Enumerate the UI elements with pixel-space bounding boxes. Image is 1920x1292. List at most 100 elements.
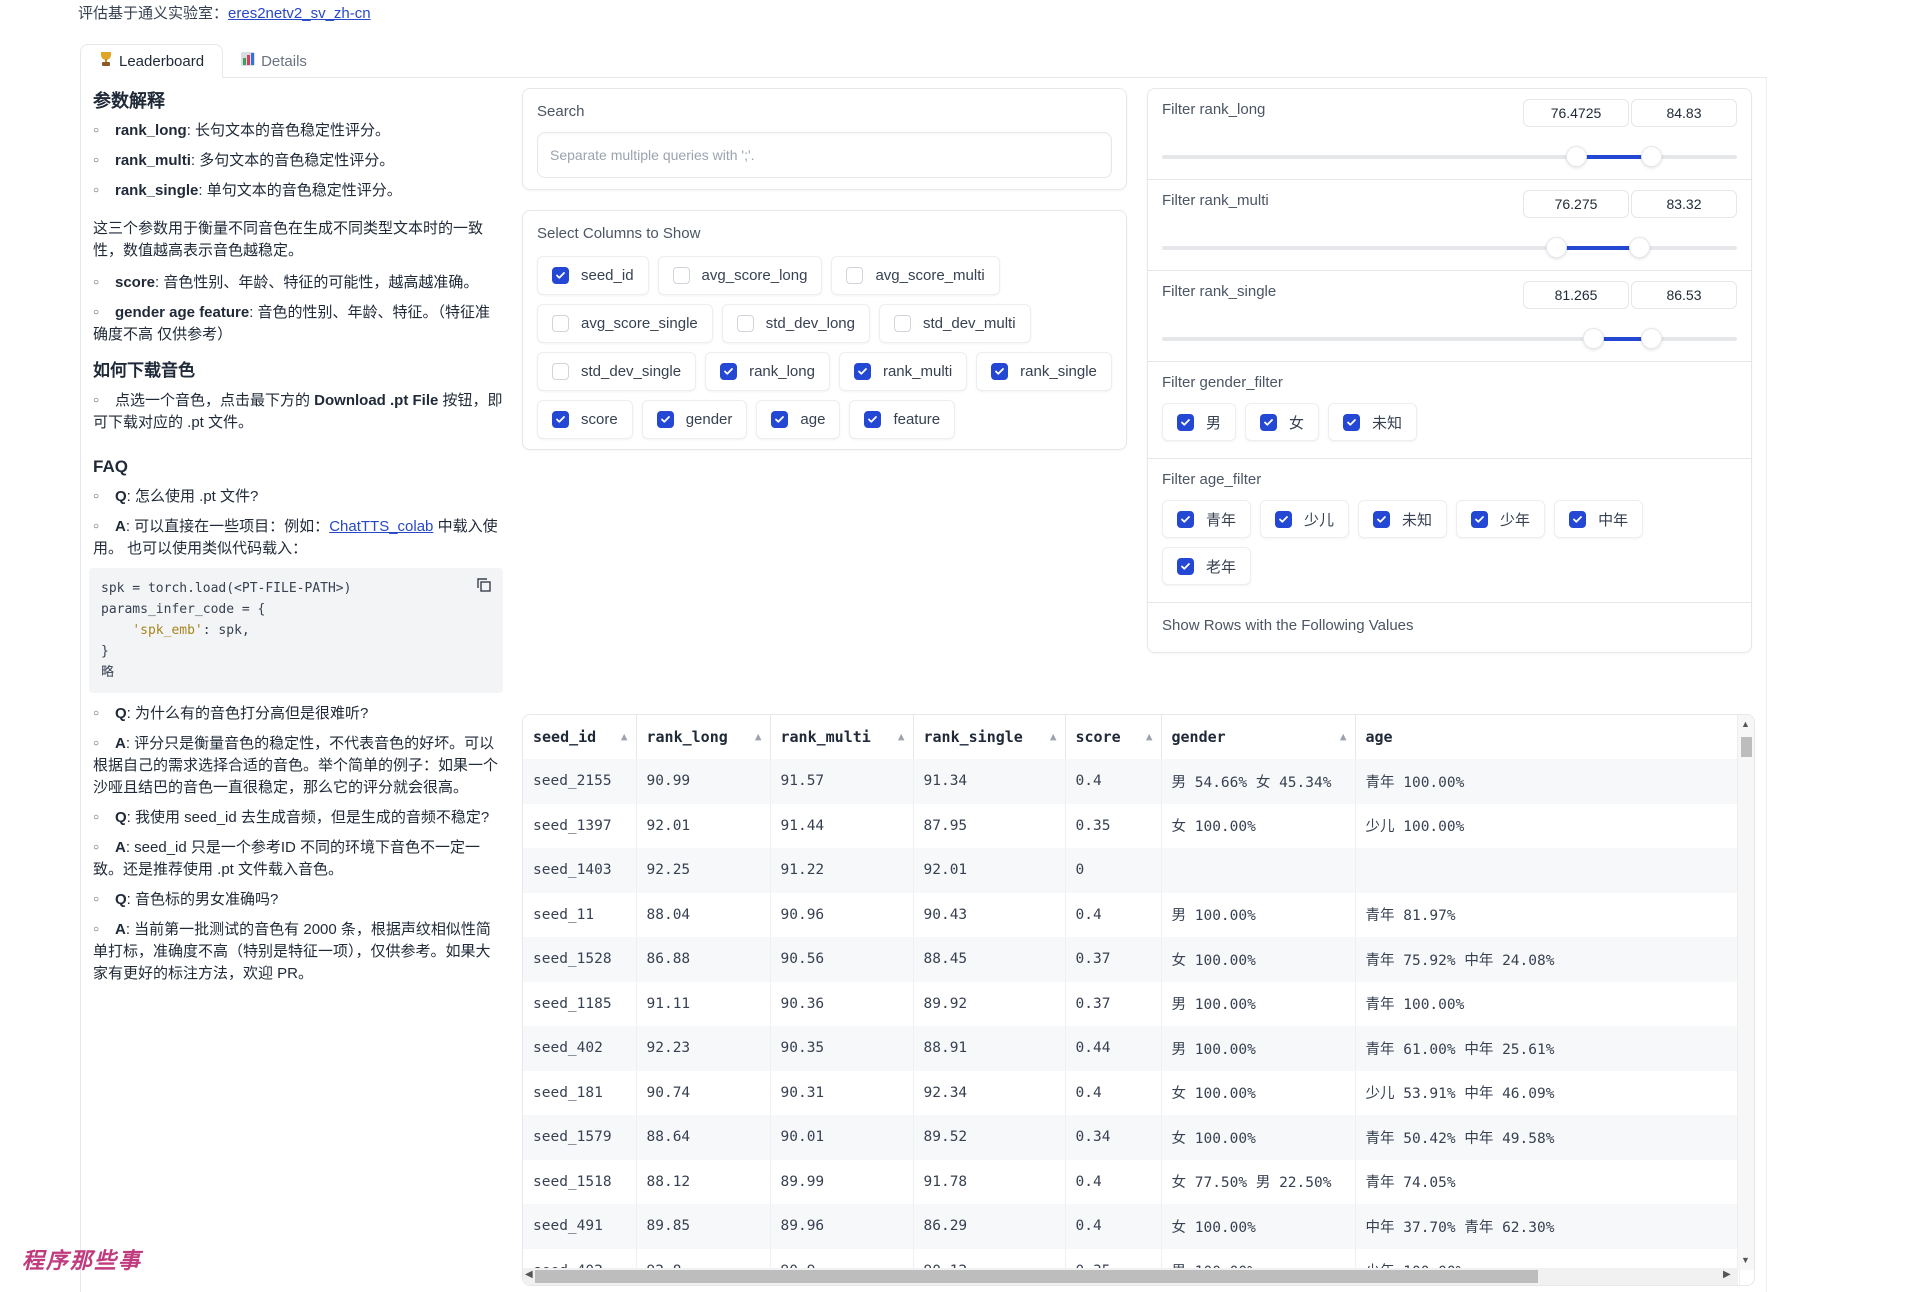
cell-score[interactable]: 0 [1065,848,1162,893]
horizontal-scroll-thumb[interactable] [535,1270,1538,1283]
table-row[interactable]: seed_1528 86.88 90.56 88.45 0.37 女 100.00% 青年 … [523,937,1740,982]
cell-rank-long[interactable]: 86.88 [636,937,771,982]
column-header-rank-multi[interactable]: rank_multi ▲ [770,715,914,759]
chattts-colab-link[interactable]: ChatTTS_colab [329,518,433,535]
cell-gender[interactable]: 男 54.66% 女 45.34% [1161,759,1356,804]
range-max-input[interactable]: 83.32 [1631,190,1737,218]
gender-checkbox-item[interactable]: 未知 [1328,403,1418,441]
checkbox-checked[interactable] [1177,557,1194,575]
scroll-right-icon[interactable]: ▶ [1723,1269,1731,1280]
range-slider-track[interactable] [1162,237,1737,258]
cell-rank-single[interactable]: 89.52 [913,1115,1066,1160]
cell-age[interactable]: 青年 100.00% [1355,981,1740,1026]
cell-rank-multi[interactable]: 91.44 [770,803,914,848]
checkbox-checked[interactable] [1373,510,1391,528]
checkbox-checked[interactable] [720,363,738,380]
checkbox-checked[interactable] [552,411,569,428]
column-checkbox-item[interactable]: rank_multi [838,352,968,391]
age-checkbox-item[interactable]: 少儿 [1260,500,1350,538]
cell-rank-multi[interactable]: 89.96 [770,1204,914,1249]
cell-rank-single[interactable]: 92.01 [913,848,1066,893]
cell-age[interactable]: 中年 37.70% 青年 62.30% [1355,1204,1740,1249]
age-checkbox-item[interactable]: 老年 [1162,547,1252,585]
cell-seed-id[interactable]: seed_1528 [523,937,637,982]
tab-details[interactable]: Details [223,44,325,78]
range-slider-max-handle[interactable] [1640,146,1662,167]
range-slider-min-handle[interactable] [1546,237,1568,258]
table-row[interactable]: seed_1518 88.12 89.99 91.78 0.4 女 77.50% 男 22… [523,1159,1740,1204]
range-max-input[interactable]: 86.53 [1631,281,1737,309]
cell-age[interactable] [1355,848,1740,893]
column-checkbox-item[interactable]: feature [849,400,956,439]
horizontal-scrollbar[interactable]: ◀ ▶ [523,1268,1738,1285]
table-row[interactable]: seed_2155 90.99 91.57 91.34 0.4 男 54.66% 女 45… [523,759,1740,804]
range-min-input[interactable]: 76.275 [1523,190,1629,218]
checkbox-checked[interactable] [1260,413,1278,431]
range-slider-min-handle[interactable] [1583,328,1605,349]
column-checkbox-item[interactable]: rank_single [976,352,1112,391]
sort-arrow-icon[interactable]: ▲ [1146,730,1153,743]
cell-score[interactable]: 0.37 [1065,937,1162,982]
checkbox-unchecked[interactable] [552,315,569,332]
checkbox-checked[interactable] [853,363,871,380]
cell-gender[interactable]: 女 100.00% [1161,937,1356,982]
cell-rank-single[interactable]: 86.29 [913,1204,1066,1249]
cell-seed-id[interactable]: seed_1397 [523,803,637,848]
column-checkbox-item[interactable]: avg_score_single [537,304,713,343]
column-checkbox-item[interactable]: avg_score_long [657,256,823,295]
cell-age[interactable]: 少儿 53.91% 中年 46.09% [1355,1070,1740,1115]
range-slider-track[interactable] [1162,328,1737,349]
cell-rank-multi[interactable]: 91.22 [770,848,914,893]
cell-rank-multi[interactable]: 90.56 [770,937,914,982]
range-slider-min-handle[interactable] [1566,146,1587,167]
column-checkbox-item[interactable]: age [756,400,841,439]
cell-gender[interactable]: 女 77.50% 男 22.50% [1161,1159,1356,1204]
cell-age[interactable]: 青年 81.97% [1355,892,1740,937]
cell-gender[interactable] [1161,848,1356,893]
sort-arrow-icon[interactable]: ▲ [898,730,905,743]
column-checkbox-item[interactable]: avg_score_multi [831,256,1000,295]
cell-rank-long[interactable]: 88.64 [636,1115,771,1160]
cell-seed-id[interactable]: seed_2155 [523,759,637,804]
cell-age[interactable]: 青年 61.00% 中年 25.61% [1355,1026,1740,1071]
cell-gender[interactable]: 男 100.00% [1161,892,1356,937]
cell-rank-long[interactable]: 88.12 [636,1159,771,1204]
range-min-input[interactable]: 81.265 [1523,281,1629,309]
table-row[interactable]: seed_1579 88.64 90.01 89.52 0.34 女 100.00% 青年 … [523,1115,1740,1160]
checkbox-checked[interactable] [1177,413,1194,431]
cell-rank-long[interactable]: 92.23 [636,1026,771,1071]
column-header-seed-id[interactable]: seed_id ▲ [523,715,637,759]
cell-rank-single[interactable]: 88.91 [913,1026,1066,1071]
model-link[interactable]: eres2netv2_sv_zh-cn [228,5,371,22]
cell-rank-long[interactable]: 88.04 [636,892,771,937]
checkbox-unchecked[interactable] [736,315,754,332]
sort-arrow-icon[interactable]: ▲ [1050,730,1057,743]
cell-gender[interactable]: 男 100.00% [1161,1026,1356,1071]
range-slider-max-handle[interactable] [1629,237,1651,258]
table-row[interactable]: seed_181 90.74 90.31 92.34 0.4 女 100.00% 少儿 53… [523,1070,1740,1115]
cell-rank-long[interactable]: 90.99 [636,759,771,804]
cell-rank-single[interactable]: 91.78 [913,1159,1066,1204]
cell-seed-id[interactable]: seed_11 [523,892,637,937]
table-row[interactable]: seed_1403 92.25 91.22 92.01 0 [523,848,1740,893]
checkbox-checked[interactable] [1471,510,1489,528]
cell-rank-multi[interactable]: 90.01 [770,1115,914,1160]
checkbox-checked[interactable] [552,267,569,284]
cell-rank-long[interactable]: 89.85 [636,1204,771,1249]
cell-score[interactable]: 0.37 [1065,981,1162,1026]
column-header-gender[interactable]: gender ▲ [1161,715,1356,759]
checkbox-checked[interactable] [1343,413,1361,431]
checkbox-checked[interactable] [656,411,674,428]
range-max-input[interactable]: 84.83 [1631,99,1737,127]
cell-gender[interactable]: 男 100.00% [1161,981,1356,1026]
cell-score[interactable]: 0.44 [1065,1026,1162,1071]
cell-score[interactable]: 0.4 [1065,1204,1162,1249]
cell-rank-long[interactable]: 92.01 [636,803,771,848]
cell-rank-single[interactable]: 90.43 [913,892,1066,937]
cell-rank-multi[interactable]: 90.36 [770,981,914,1026]
cell-gender[interactable]: 女 100.00% [1161,1115,1356,1160]
cell-age[interactable]: 青年 74.05% [1355,1159,1740,1204]
range-slider-track[interactable] [1162,146,1737,167]
column-checkbox-item[interactable]: std_dev_single [537,352,697,391]
column-checkbox-item[interactable]: rank_long [705,352,830,391]
